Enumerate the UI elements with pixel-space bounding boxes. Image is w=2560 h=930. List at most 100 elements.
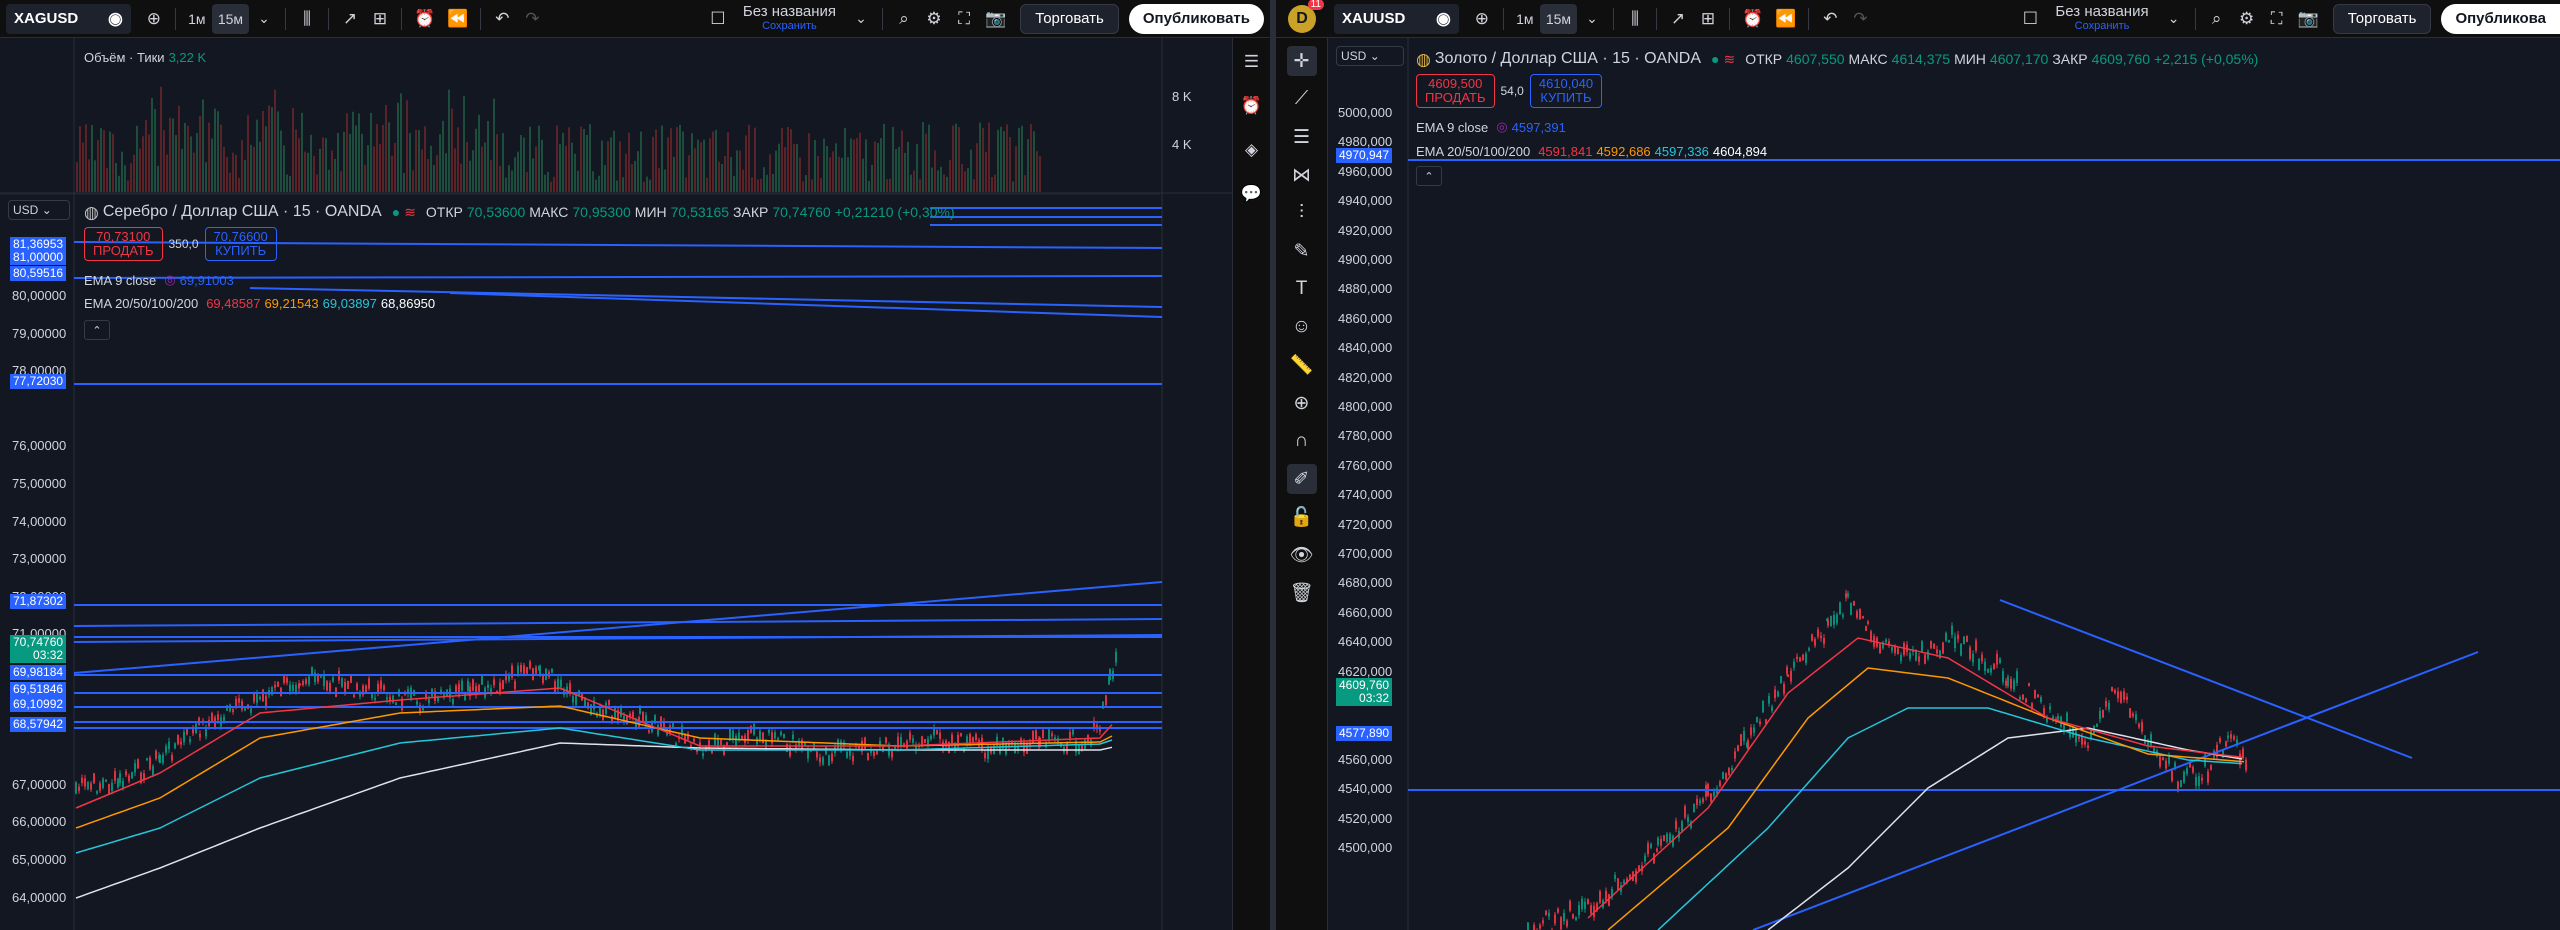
chat-icon[interactable]: 💬 bbox=[1235, 178, 1268, 208]
interval-1m[interactable]: 1м bbox=[1510, 4, 1540, 34]
symbol-search[interactable]: XAUUSD ◉ bbox=[1334, 3, 1459, 34]
trade-button[interactable]: Торговать bbox=[2332, 3, 2432, 34]
object-tree-layers-icon[interactable]: ◈ bbox=[1237, 134, 1267, 164]
templates-icon[interactable]: ⊞ bbox=[1693, 4, 1723, 34]
alerts-clock-icon[interactable]: ⏰ bbox=[1235, 90, 1268, 120]
emoji-icon[interactable]: ☺ bbox=[1286, 312, 1317, 342]
templates-icon[interactable]: ⊞ bbox=[365, 4, 395, 34]
fullscreen-icon[interactable]: ⛶ bbox=[2262, 4, 2292, 34]
redo-icon[interactable]: ↷ bbox=[517, 4, 547, 34]
undo-icon[interactable]: ↶ bbox=[1815, 4, 1845, 34]
buy-button[interactable]: 4610,040 КУПИТЬ bbox=[1529, 74, 1603, 108]
ema9-settings-icon[interactable]: ◎ bbox=[164, 272, 175, 288]
layout-checkbox-icon[interactable]: ☐ bbox=[2015, 4, 2045, 34]
fib-icon[interactable]: ⫶ bbox=[1287, 198, 1317, 228]
candle-body bbox=[374, 697, 376, 700]
sell-button[interactable]: 4609,500 ПРОДАТЬ bbox=[1416, 74, 1495, 108]
quick-search-icon[interactable]: ⌕ bbox=[889, 4, 919, 34]
price-axis[interactable]: 5000,000 4980,000 4960,000 4940,000 4920,000… bbox=[1328, 38, 1408, 930]
avatar[interactable]: D 11 bbox=[1288, 0, 1324, 33]
sell-button[interactable]: 70,73100 ПРОДАТЬ bbox=[84, 227, 163, 261]
compare-add-icon[interactable]: ⊕ bbox=[139, 4, 169, 34]
spread-value: 54,0 bbox=[1500, 84, 1524, 98]
volume-bar bbox=[910, 174, 912, 192]
layout-chevron-icon[interactable]: ⌄ bbox=[2159, 4, 2189, 34]
ruler-icon[interactable]: 📏 bbox=[1284, 350, 1320, 380]
crosshair-icon[interactable]: ✛ bbox=[1286, 46, 1317, 76]
brush-icon[interactable]: ✎ bbox=[1287, 236, 1317, 266]
collapse-legend-chevron-up-icon[interactable]: ⌃ bbox=[1416, 166, 1442, 186]
volume-bar bbox=[922, 122, 924, 192]
trash-icon[interactable]: 🗑 bbox=[1283, 578, 1319, 608]
layout-checkbox-icon[interactable]: ☐ bbox=[703, 4, 733, 34]
indicators-icon[interactable]: ↗ bbox=[1663, 4, 1693, 34]
candle-body bbox=[395, 702, 397, 706]
xauusd-chart-canvas[interactable] bbox=[1328, 38, 2560, 930]
candle-body bbox=[1924, 654, 1926, 664]
candle-body bbox=[1743, 730, 1745, 741]
candle-body bbox=[1539, 924, 1541, 929]
quick-search-icon[interactable]: ⌕ bbox=[2202, 4, 2232, 34]
zoom-in-icon[interactable]: ⊕ bbox=[1287, 388, 1317, 418]
replay-icon[interactable]: ⏪ bbox=[1769, 4, 1802, 34]
lock-icon[interactable]: 🔓 bbox=[1284, 502, 1320, 532]
candle-body bbox=[1787, 674, 1789, 677]
candle-body bbox=[2105, 700, 2107, 707]
visibility-eye-icon[interactable]: ● bbox=[1711, 51, 1719, 67]
xagusd-chart-canvas[interactable] bbox=[0, 38, 1232, 930]
volume-legend: Объём · Тики 3,22 K bbox=[84, 50, 210, 65]
interval-15m[interactable]: 15м bbox=[211, 3, 250, 34]
indicators-icon[interactable]: ↗ bbox=[335, 4, 365, 34]
ema9-settings-icon[interactable]: ◎ bbox=[1496, 119, 1507, 135]
settings-gear-icon[interactable]: ⚙ bbox=[919, 4, 949, 34]
layout-name[interactable]: Без названия Сохранить bbox=[2055, 4, 2148, 33]
price-axis[interactable]: 80,00000 79,00000 78,00000 76,00000 75,00000… bbox=[0, 38, 74, 930]
trend-line-icon[interactable]: ⟋ bbox=[1287, 84, 1317, 114]
fullscreen-icon[interactable]: ⛶ bbox=[949, 4, 979, 34]
price-tick: 80,00000 bbox=[12, 288, 67, 303]
volume-bar bbox=[964, 171, 966, 192]
volume-bar bbox=[1036, 151, 1038, 192]
interval-dropdown-chevron-icon[interactable]: ⌄ bbox=[249, 4, 279, 34]
volume-bar bbox=[823, 138, 825, 192]
candle-body bbox=[2005, 680, 2007, 686]
watchlist-icon[interactable]: ☰ bbox=[1237, 46, 1267, 76]
magnet-icon[interactable]: ∩ bbox=[1287, 426, 1317, 456]
undo-icon[interactable]: ↶ bbox=[487, 4, 517, 34]
snapshot-camera-icon[interactable]: 📷 bbox=[2292, 4, 2325, 34]
volume-bar bbox=[280, 130, 282, 192]
bar-style-icon[interactable]: ⫼ bbox=[292, 4, 322, 34]
candle-body bbox=[1728, 768, 1730, 775]
redo-icon[interactable]: ↷ bbox=[1845, 4, 1875, 34]
interval-dropdown-chevron-icon[interactable]: ⌄ bbox=[1577, 4, 1607, 34]
compare-add-icon[interactable]: ⊕ bbox=[1467, 4, 1497, 34]
layout-chevron-icon[interactable]: ⌄ bbox=[846, 4, 876, 34]
collapse-legend-chevron-up-icon[interactable]: ⌃ bbox=[84, 320, 110, 340]
price-tick: 73,00000 bbox=[12, 551, 67, 567]
candle-body bbox=[2150, 734, 2152, 746]
volume-bar bbox=[151, 98, 153, 192]
symbol-search[interactable]: XAGUSD ◉ bbox=[6, 3, 131, 34]
buy-button[interactable]: 70,76600 КУПИТЬ bbox=[204, 227, 277, 261]
candle-body bbox=[1972, 654, 1974, 663]
pattern-icon[interactable]: ⋈ bbox=[1286, 160, 1317, 190]
snapshot-camera-icon[interactable]: 📷 bbox=[979, 4, 1012, 34]
horizontal-lines-icon[interactable]: ☰ bbox=[1287, 122, 1317, 152]
stay-in-drawing-mode-icon[interactable]: ✐ bbox=[1286, 464, 1317, 494]
replay-icon[interactable]: ⏪ bbox=[441, 4, 474, 34]
publish-button[interactable]: Опубликова bbox=[2441, 3, 2560, 34]
settings-icon[interactable]: ≋ bbox=[1723, 51, 1735, 68]
text-icon[interactable]: T bbox=[1287, 274, 1317, 304]
alert-icon[interactable]: ⏰ bbox=[1736, 4, 1769, 34]
publish-button[interactable]: Опубликовать bbox=[1128, 3, 1264, 34]
settings-gear-icon[interactable]: ⚙ bbox=[2232, 4, 2262, 34]
interval-1m[interactable]: 1м bbox=[182, 4, 212, 34]
visibility-eye-icon[interactable]: ● bbox=[392, 204, 400, 220]
settings-icon[interactable]: ≋ bbox=[404, 204, 416, 221]
bar-style-icon[interactable]: ⫼ bbox=[1620, 4, 1650, 34]
alert-icon[interactable]: ⏰ bbox=[408, 4, 441, 34]
eye-icon[interactable]: 👁 bbox=[1283, 540, 1319, 570]
interval-15m[interactable]: 15м bbox=[1539, 3, 1578, 34]
layout-name[interactable]: Без названия Сохранить bbox=[743, 4, 836, 33]
trade-button[interactable]: Торговать bbox=[1020, 3, 1119, 34]
